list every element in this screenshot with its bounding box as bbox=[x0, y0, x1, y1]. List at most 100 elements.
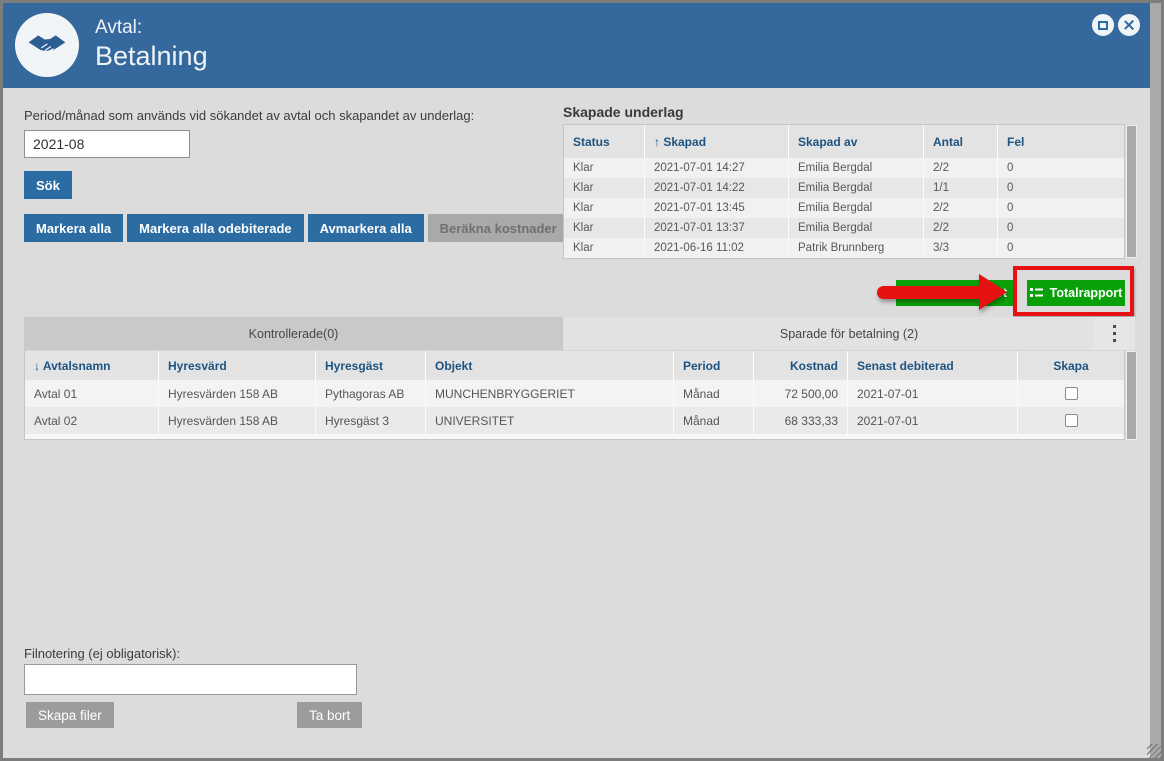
table-row[interactable]: Klar 2021-07-01 13:37 Emilia Bergdal 2/2… bbox=[564, 218, 1124, 238]
scrollbar-thumb[interactable] bbox=[1127, 352, 1136, 439]
table-row[interactable]: Avtal 02 Hyresvärden 158 AB Hyresgäst 3 … bbox=[25, 407, 1124, 434]
berakna-kostnader-button[interactable]: Beräkna kostnader bbox=[427, 214, 569, 242]
col-skapa[interactable]: Skapa bbox=[1018, 351, 1124, 380]
table-row[interactable]: Klar 2021-07-01 14:27 Emilia Bergdal 2/2… bbox=[564, 158, 1124, 178]
cell: 2021-06-16 11:02 bbox=[645, 238, 789, 258]
cell: Klar bbox=[564, 198, 645, 218]
title-line2: Betalning bbox=[95, 41, 208, 71]
period-label: Period/månad som används vid sökandet av… bbox=[24, 108, 475, 123]
table-footer-strip bbox=[25, 434, 1124, 439]
cell: Emilia Bergdal bbox=[789, 178, 924, 198]
cell: 1/1 bbox=[924, 178, 998, 198]
table-row[interactable]: Klar 2021-07-01 14:22 Emilia Bergdal 1/1… bbox=[564, 178, 1124, 198]
table-row[interactable]: Avtal 01 Hyresvärden 158 AB Pythagoras A… bbox=[25, 380, 1124, 407]
skapade-underlag-table: Status ↑ Skapad Skapad av Antal Fel Klar… bbox=[563, 124, 1125, 259]
skapade-underlag-title: Skapade underlag bbox=[563, 104, 684, 120]
tab-sparade-for-betalning[interactable]: Sparade för betalning (2) bbox=[563, 317, 1135, 350]
col-objekt[interactable]: Objekt bbox=[426, 351, 674, 380]
skapa-filer-button[interactable]: Skapa filer bbox=[26, 702, 114, 728]
filnotering-input[interactable] bbox=[24, 664, 357, 695]
col-fel[interactable]: Fel bbox=[998, 125, 1124, 158]
maximize-button[interactable] bbox=[1092, 14, 1114, 36]
col-antal[interactable]: Antal bbox=[924, 125, 998, 158]
cell: MUNCHENBRYGGERIET bbox=[426, 380, 674, 407]
avmarkera-alla-button[interactable]: Avmarkera alla bbox=[307, 214, 424, 242]
table-header-row: Status ↑ Skapad Skapad av Antal Fel bbox=[564, 125, 1124, 158]
cell: Klar bbox=[564, 178, 645, 198]
col-senast-debiterad[interactable]: Senast debiterad bbox=[848, 351, 1018, 380]
col-hyresgast[interactable]: Hyresgäst bbox=[316, 351, 426, 380]
cell: 2021-07-01 14:27 bbox=[645, 158, 789, 178]
cell: 2021-07-01 13:45 bbox=[645, 198, 789, 218]
skapade-underlag-scrollbar[interactable] bbox=[1125, 124, 1138, 259]
period-input[interactable] bbox=[24, 130, 190, 158]
cell: 2021-07-01 bbox=[848, 380, 1018, 407]
header-bar: Avtal: Betalning bbox=[3, 3, 1150, 88]
cell: Pythagoras AB bbox=[316, 380, 426, 407]
table-header-row: ↓ Avtalsnamn Hyresvärd Hyresgäst Objekt … bbox=[25, 350, 1124, 380]
cell: Avtal 02 bbox=[25, 407, 159, 434]
cell: 72 500,00 bbox=[754, 380, 848, 407]
col-skapad-av[interactable]: Skapad av bbox=[789, 125, 924, 158]
cell: 2021-07-01 13:37 bbox=[645, 218, 789, 238]
scrollbar-thumb[interactable] bbox=[1127, 126, 1136, 257]
skapa-checkbox[interactable] bbox=[1064, 414, 1078, 427]
page-title: Avtal: Betalning bbox=[95, 16, 208, 72]
annotation-highlight-box bbox=[1013, 266, 1134, 316]
col-skapad[interactable]: ↑ Skapad bbox=[645, 125, 789, 158]
hidden-report-button[interactable]: rt bbox=[896, 280, 1014, 306]
close-button[interactable] bbox=[1118, 14, 1140, 36]
col-period[interactable]: Period bbox=[674, 351, 754, 380]
maximize-icon bbox=[1098, 20, 1108, 30]
table-menu-button[interactable] bbox=[1093, 317, 1135, 350]
tab-kontrollerade[interactable]: Kontrollerade(0) bbox=[24, 317, 563, 350]
cell: 0 bbox=[1007, 242, 1014, 254]
resize-grip[interactable] bbox=[1147, 744, 1161, 758]
close-icon bbox=[1123, 19, 1135, 31]
markera-alla-button[interactable]: Markera alla bbox=[24, 214, 124, 242]
cell: Emilia Bergdal bbox=[789, 198, 924, 218]
col-avtalsnamn[interactable]: ↓ Avtalsnamn bbox=[25, 351, 159, 380]
cell: Klar bbox=[564, 158, 645, 178]
cell: Hyresvärden 158 AB bbox=[159, 407, 316, 434]
cell: Emilia Bergdal bbox=[789, 158, 924, 178]
table-row[interactable]: Klar 2021-07-01 13:45 Emilia Bergdal 2/2… bbox=[564, 198, 1124, 218]
cell: Avtal 01 bbox=[25, 380, 159, 407]
kebab-icon bbox=[1112, 332, 1116, 335]
cell: UNIVERSITET bbox=[426, 407, 674, 434]
title-line1: Avtal: bbox=[95, 17, 143, 38]
cell: 68 333,33 bbox=[754, 407, 848, 434]
skapa-checkbox[interactable] bbox=[1064, 387, 1078, 400]
col-kostnad[interactable]: Kostnad bbox=[754, 351, 848, 380]
window-scrollbar[interactable] bbox=[1150, 3, 1161, 758]
cell: Patrik Brunnberg bbox=[789, 238, 924, 258]
cell: 2/2 bbox=[924, 158, 998, 178]
ta-bort-button[interactable]: Ta bort bbox=[297, 702, 363, 728]
table-row[interactable]: Klar 2021-06-16 11:02 Patrik Brunnberg 3… bbox=[564, 238, 1124, 258]
handshake-icon bbox=[28, 35, 66, 53]
app-logo bbox=[15, 13, 79, 77]
cell: Månad bbox=[674, 407, 754, 434]
cell: 2021-07-01 bbox=[848, 407, 1018, 434]
cell: 3/3 bbox=[924, 238, 998, 258]
cell: Klar bbox=[564, 238, 645, 258]
cell: Månad bbox=[674, 380, 754, 407]
sok-button[interactable]: Sök bbox=[24, 171, 72, 199]
cell: 0 bbox=[1007, 182, 1014, 194]
cell: Klar bbox=[564, 218, 645, 238]
action-button-row: Markera alla Markera alla odebiterade Av… bbox=[24, 214, 569, 242]
cell: 2/2 bbox=[924, 218, 998, 238]
cell: 2021-07-01 14:22 bbox=[645, 178, 789, 198]
betalning-table: ↓ Avtalsnamn Hyresvärd Hyresgäst Objekt … bbox=[24, 350, 1125, 440]
cell: 0 bbox=[1007, 202, 1014, 214]
filnotering-label: Filnotering (ej obligatorisk): bbox=[24, 646, 181, 661]
markera-alla-odebiterade-button[interactable]: Markera alla odebiterade bbox=[127, 214, 304, 242]
cell bbox=[1018, 407, 1124, 434]
col-hyresvard[interactable]: Hyresvärd bbox=[159, 351, 316, 380]
cell bbox=[1018, 380, 1124, 407]
col-status[interactable]: Status bbox=[564, 125, 645, 158]
kebab-icon bbox=[1112, 325, 1116, 328]
betalning-table-scrollbar[interactable] bbox=[1125, 350, 1138, 441]
cell: 0 bbox=[1007, 222, 1014, 234]
cell: Hyresvärden 158 AB bbox=[159, 380, 316, 407]
